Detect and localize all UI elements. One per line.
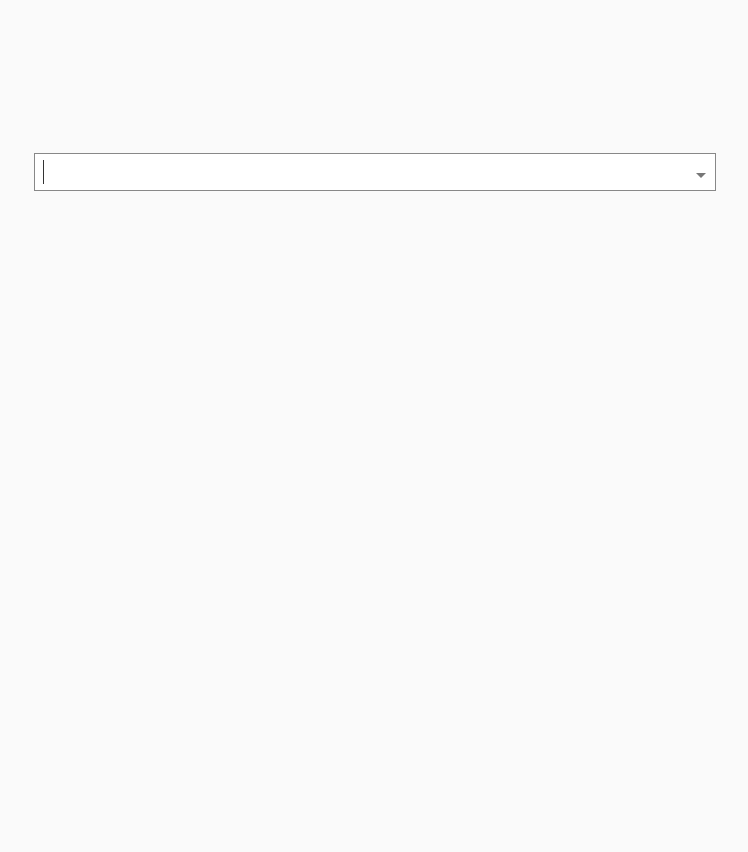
combobox-input[interactable] [35,154,687,190]
main-container [0,0,748,191]
text-cursor [43,160,44,184]
chevron-down-icon [696,163,706,182]
combobox[interactable] [34,153,716,191]
dropdown-arrow-button[interactable] [687,154,715,190]
